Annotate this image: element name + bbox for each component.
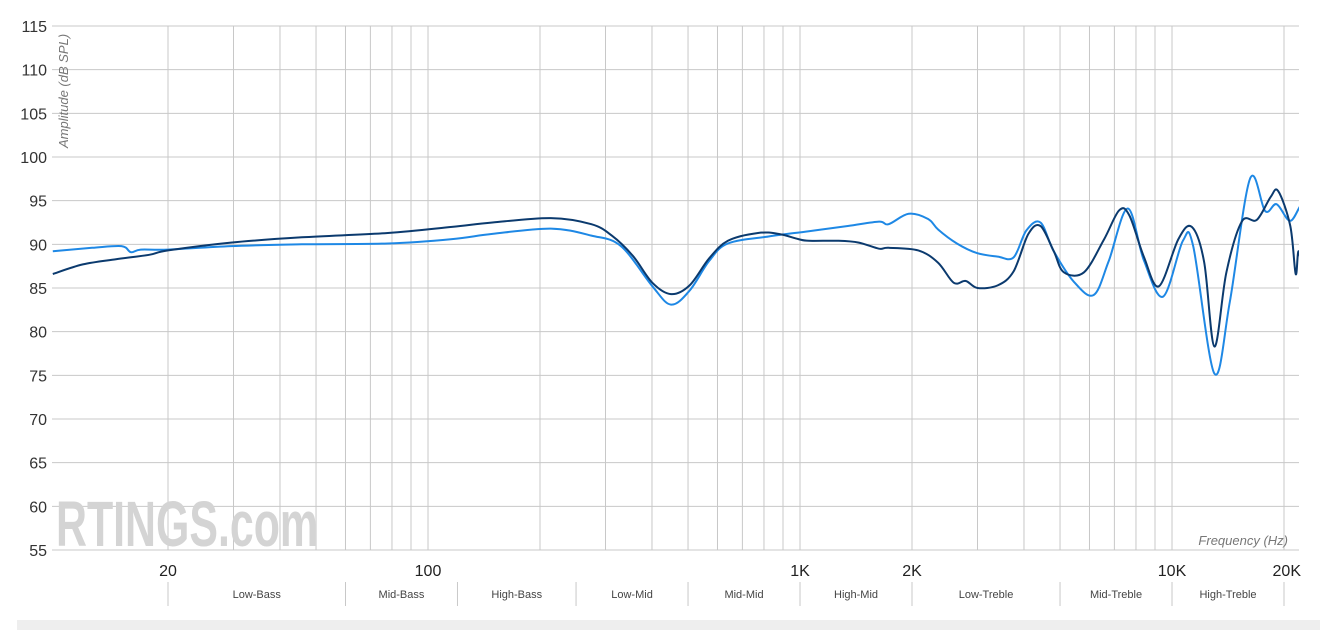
y-tick-label: 55 <box>29 543 47 560</box>
frequency-response-chart: RTINGS.com 55 60 65 70 75 80 85 90 95 100 105 110 11… <box>20 19 1301 606</box>
y-axis-title: Amplitude (dB SPL) <box>56 34 71 149</box>
frequency-bands: Low-Bass Mid-Bass High-Bass Low-Mid Mid-Mid H… <box>167 582 1285 606</box>
y-tick-label: 105 <box>20 106 47 123</box>
y-tick-label: 85 <box>29 281 47 298</box>
band-label: High-Treble <box>1199 589 1256 601</box>
y-tick-label: 75 <box>29 368 47 385</box>
band-label: Mid-Bass <box>379 589 425 601</box>
y-axis-tick-labels: 55 60 65 70 75 80 85 90 95 100 105 110 115 <box>20 19 47 560</box>
y-tick-label: 110 <box>21 63 47 80</box>
band-label: Mid-Treble <box>1090 589 1142 601</box>
x-tick-label: 20 <box>159 563 177 580</box>
y-tick-label: 95 <box>29 194 47 211</box>
y-tick-label: 65 <box>29 456 47 473</box>
y-tick-label: 115 <box>21 19 47 36</box>
band-label: Mid-Mid <box>724 589 763 601</box>
x-tick-label: 100 <box>415 563 442 580</box>
band-label: Low-Treble <box>959 589 1014 601</box>
watermark-logo: RTINGS.com <box>56 488 318 560</box>
x-tick-label: 1K <box>790 563 810 580</box>
band-label: Low-Mid <box>611 589 653 601</box>
x-tick-label: 20K <box>1273 563 1302 580</box>
y-tick-label: 80 <box>29 325 47 342</box>
y-tick-label: 100 <box>20 150 47 167</box>
footer-bar <box>17 620 1320 630</box>
band-label: High-Mid <box>834 589 878 601</box>
x-tick-label: 2K <box>902 563 922 580</box>
y-tick-label: 90 <box>29 237 47 254</box>
x-tick-label: 10K <box>1158 563 1187 580</box>
x-axis-tick-labels: 20 100 1K 2K 10K 20K <box>159 563 1301 580</box>
x-axis-title: Frequency (Hz) <box>1198 533 1288 548</box>
horizontal-gridlines <box>52 25 1299 551</box>
band-label: Low-Bass <box>233 589 282 601</box>
y-tick-label: 60 <box>29 499 47 516</box>
y-tick-label: 70 <box>29 412 47 429</box>
band-label: High-Bass <box>491 589 542 601</box>
